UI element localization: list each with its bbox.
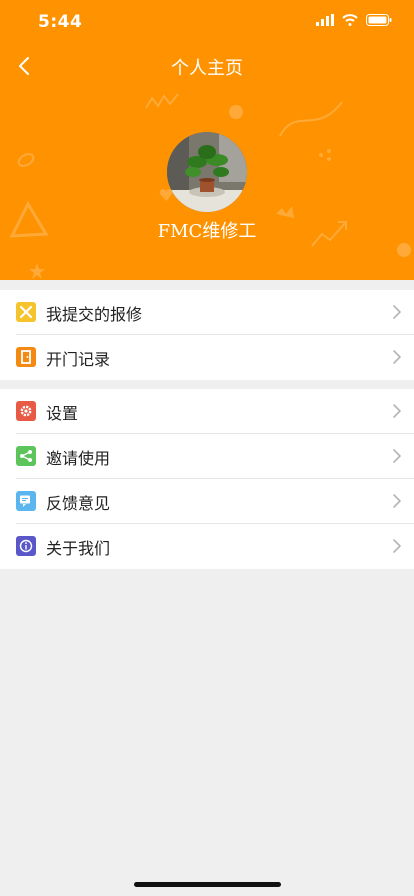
repair-tools-icon [16,302,36,322]
menu-item-label: 设置 [46,404,79,423]
page-title: 个人主页 [171,58,243,79]
menu-item-settings[interactable]: 设置 [0,389,414,434]
status-bar: 5:44 [0,0,414,44]
nav-bar: 个人主页 [0,44,414,88]
menu-item-about[interactable]: 关于我们 [0,524,414,569]
decoration-wave-icon [145,93,179,109]
feedback-icon [16,491,36,511]
decoration-circle-icon [229,105,243,119]
decoration-scribble-icon [279,101,343,137]
menu-item-invite[interactable]: 邀请使用 [0,434,414,479]
plant-photo-avatar [167,132,247,212]
battery-icon [366,14,392,26]
chevron-right-icon [393,494,401,508]
decoration-circle-icon [397,243,411,257]
status-time: 5:44 [38,12,83,32]
chevron-right-icon [393,404,401,418]
decoration-share-icon [319,149,331,161]
chevron-right-icon [393,350,401,364]
profile-header: 5:44 个人主页 FMC维修工 [0,0,414,280]
door-icon [16,347,36,367]
signal-icon [316,14,334,26]
menu-item-my-repairs[interactable]: 我提交的报修 [0,290,414,335]
menu-group-app: 设置 邀请使用 反馈意见 关于我们 [0,389,414,569]
chevron-right-icon [393,305,401,319]
menu-item-label: 关于我们 [46,539,111,558]
chevron-right-icon [393,449,401,463]
home-indicator[interactable] [134,882,281,887]
menu-item-label: 反馈意见 [46,494,111,513]
decoration-star-icon [29,263,45,279]
gear-icon [16,401,36,421]
profile-name: FMC维修工 [157,221,257,242]
menu-item-label: 邀请使用 [46,449,111,468]
menu-item-feedback[interactable]: 反馈意见 [0,479,414,524]
wifi-icon [342,14,358,26]
avatar[interactable] [167,132,247,212]
decoration-leaf-icon [17,153,35,167]
share-icon [16,446,36,466]
info-icon [16,536,36,556]
chevron-right-icon [393,539,401,553]
menu-item-label: 我提交的报修 [46,305,143,324]
menu-item-label: 开门记录 [46,350,111,369]
menu-group-records: 我提交的报修 开门记录 [0,290,414,380]
status-icons [316,14,392,26]
menu-item-door-records[interactable]: 开门记录 [0,335,414,380]
